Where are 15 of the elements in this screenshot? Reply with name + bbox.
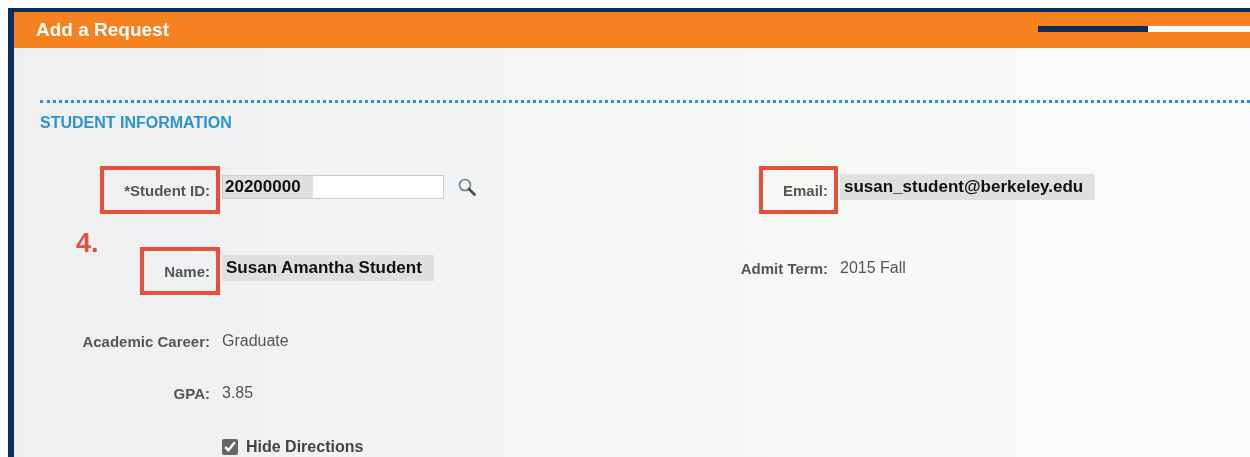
field-value: 3.85	[222, 384, 254, 402]
checkbox[interactable]	[222, 439, 238, 455]
section-title: STUDENT INFORMATION	[40, 114, 233, 132]
field-label: GPA:	[172, 383, 211, 404]
search-icon[interactable]	[458, 178, 476, 196]
step-number: 4.	[76, 228, 99, 259]
page-title: Add a Request	[36, 19, 170, 41]
field-value: susan_student@berkeley.edu	[840, 174, 1096, 200]
student-id-field[interactable]: 20200000	[222, 175, 444, 199]
field-label: Admit Term:	[739, 258, 829, 279]
field-value: Susan Amantha Student	[222, 255, 434, 281]
checkbox-label[interactable]: Hide Directions	[246, 438, 364, 456]
field-label: Academic Career:	[81, 331, 211, 352]
field-value: 2015 Fall	[840, 259, 906, 277]
field-value: Graduate	[222, 332, 289, 350]
